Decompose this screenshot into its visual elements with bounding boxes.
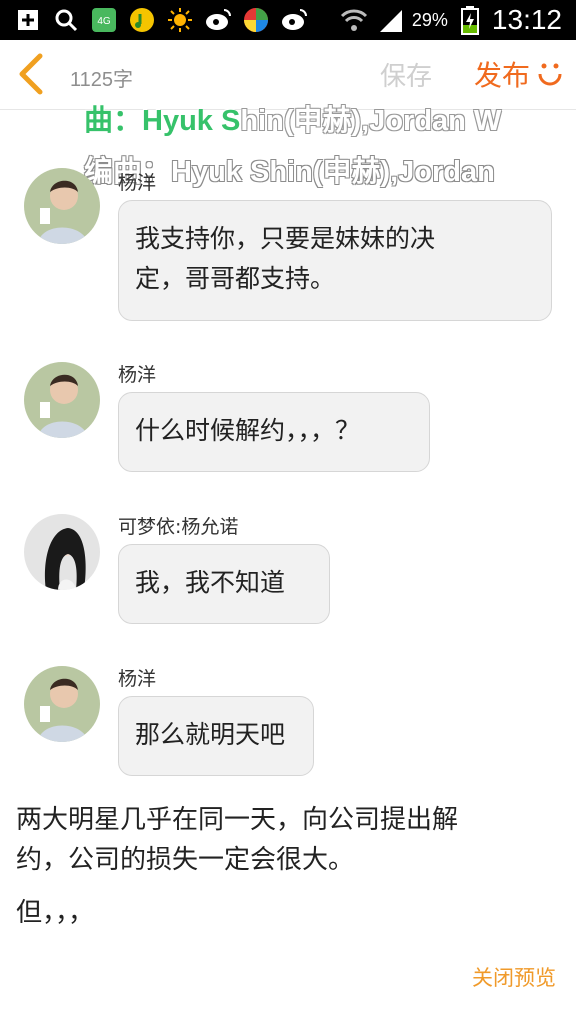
wifi-icon [340,6,368,34]
music-icon [128,6,156,34]
avatar [24,168,100,244]
add-icon [14,6,42,34]
lyrics-sung-part: 曲：Hyuk S [84,105,241,137]
story-text-line: 两大明星几乎在同一天，向公司提出解 [16,805,459,835]
message-bubble: 那么就明天吧 [118,696,314,776]
lyrics-line-current: 曲：Hyuk Shin(申赫),Jordan W [84,97,501,139]
weather-sun-icon [166,6,194,34]
signal-icon [376,6,404,34]
avatar [24,666,100,742]
emoji-icon[interactable] [536,60,564,88]
color-wheel-icon [242,6,270,34]
publish-button[interactable]: 发布 [474,54,530,94]
sender-name: 杨洋 [118,668,157,690]
lyrics-remaining-part: hin(申赫),Jordan W [240,105,502,137]
story-paragraph: 两大明星几乎在同一天，向公司提出解 约，公司的损失一定会很大。 [16,800,556,880]
sender-name: 杨洋 [118,172,157,194]
message-bubble: 什么时候解约，，，？ [118,392,430,472]
message-text-line: 我支持你，只要是妹妹的决 [135,224,436,253]
svg-text:4G: 4G [97,16,111,27]
weibo-icon [280,6,308,34]
clock: 13:12 [491,4,562,35]
sender-name: 可梦依:杨允诺 [118,516,239,538]
message-bubble: 我，我不知道 [118,544,330,624]
character-count: 1125字 [70,69,134,91]
story-paragraph: 但，，， [16,898,95,928]
battery-charging-icon [456,6,484,35]
avatar [24,514,100,590]
back-button[interactable] [12,52,52,96]
message-bubble: 我支持你，只要是妹妹的决 定，哥哥都支持。 [118,200,552,321]
system-status: 29% 13:12 [340,4,562,36]
close-preview-button[interactable]: 关闭预览 [472,962,556,992]
weibo-icon [204,6,232,34]
status-bar: 4G 29% 13:12 [0,0,576,40]
avatar [24,362,100,438]
sender-name: 杨洋 [118,364,157,386]
chevron-left-icon [19,53,43,95]
search-icon [52,6,80,34]
battery-percent: 29% [411,9,448,30]
story-text-line: 约，公司的损失一定会很大。 [16,845,355,875]
notification-icons: 4G [14,6,308,34]
message-text-line: 定，哥哥都支持。 [135,264,336,293]
app-4g-icon: 4G [90,6,118,34]
save-button[interactable]: 保存 [380,56,432,93]
